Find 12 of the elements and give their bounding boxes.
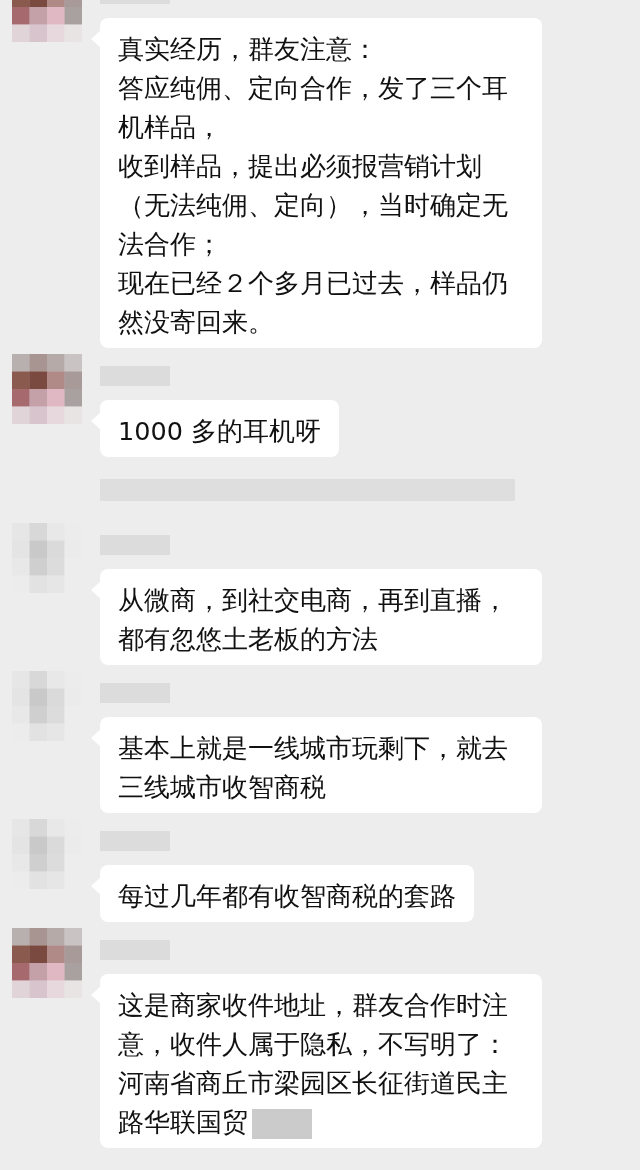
message-text: 真实经历，群友注意： — [118, 34, 378, 64]
message-text: 现在已经２个多月已过去，样品仍然没寄回来。 — [118, 268, 508, 337]
message-text: 基本上就是一线城市玩剩下，就去三线城市收智商税 — [118, 733, 508, 802]
avatar[interactable] — [12, 928, 82, 998]
message-text: 答应纯佣、定向合作，发了三个耳机样品， — [118, 73, 508, 142]
message-text: 每过几年都有收智商税的套路 — [118, 881, 456, 911]
avatar[interactable] — [12, 354, 82, 424]
message-text: 1000 多的耳机呀 — [118, 416, 321, 446]
message-text: 这是商家收件地址，群友合作时注意，收件人属于隐私，不写明了： — [118, 990, 508, 1059]
message-text: 收到样品，提出必须报营销计划（无法纯佣、定向），当时确定无法合作； — [118, 151, 508, 259]
message-text: 河南省商丘市梁园区长征街道民主路华联国贸 — [118, 1068, 508, 1137]
message-text: 从微商，到社交电商，再到直播，都有忽悠土老板的方法 — [118, 585, 508, 654]
